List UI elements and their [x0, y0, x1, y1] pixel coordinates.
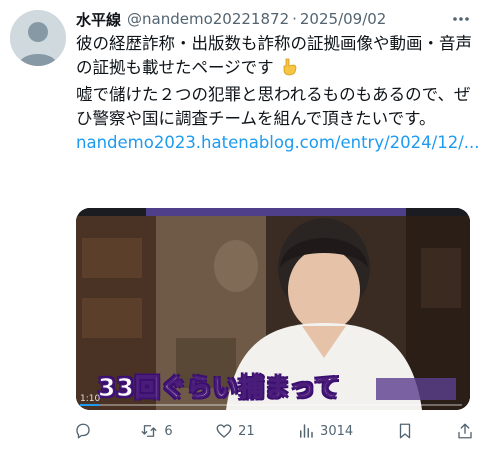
heart-icon — [216, 424, 232, 438]
action-bar: 6 21 3014 — [74, 418, 474, 444]
post-date[interactable]: 2025/09/02 — [300, 10, 386, 28]
repost-count: 6 — [164, 423, 173, 439]
views-icon — [300, 424, 313, 438]
post-text-line2: 嘘で儲けた２つの犯罪と思われるものもあるので、ぜひ警察や国に調査チームを組んで頂… — [76, 85, 471, 128]
video-progress-bar[interactable] — [80, 404, 462, 406]
views-button[interactable]: 3014 — [297, 422, 353, 440]
author-name[interactable]: 水平線 — [76, 9, 121, 30]
repost-button[interactable]: 6 — [139, 422, 173, 440]
post-header: 水平線 @nandemo20221872 · 2025/09/02 — [76, 8, 470, 30]
default-avatar-icon — [10, 10, 66, 66]
bookmark-button[interactable] — [396, 422, 414, 440]
like-button[interactable]: 21 — [215, 422, 255, 440]
post-text-line1: 彼の経歴詐称・出版数も詐称の証拠画像や動画・音声の証拠も載せたページです — [76, 34, 472, 77]
separator-dot: · — [292, 10, 297, 28]
post-text: 彼の経歴詐称・出版数も詐称の証拠画像や動画・音声の証拠も載せたページです 嘘で儲… — [76, 32, 480, 155]
share-button[interactable] — [456, 422, 474, 440]
post-link[interactable]: nandemo2023.hatenablog.com/entry/2024/12… — [76, 133, 480, 152]
repost-icon — [141, 425, 157, 437]
like-count: 21 — [238, 423, 255, 439]
video-progress-fill — [80, 404, 100, 406]
views-count: 3014 — [320, 423, 354, 439]
reply-icon — [76, 423, 90, 439]
video-caption: 33回ぐらい捕まって — [98, 373, 341, 403]
bookmark-icon — [399, 423, 410, 439]
pointing-down-hand-icon — [281, 58, 297, 83]
author-handle[interactable]: @nandemo20221872 — [127, 10, 289, 28]
video-timecode: 1:10 — [80, 394, 101, 404]
avatar[interactable] — [10, 10, 66, 66]
reply-button[interactable] — [74, 422, 97, 440]
more-icon — [453, 17, 469, 21]
share-icon — [458, 423, 472, 439]
more-options-button[interactable] — [450, 8, 472, 30]
